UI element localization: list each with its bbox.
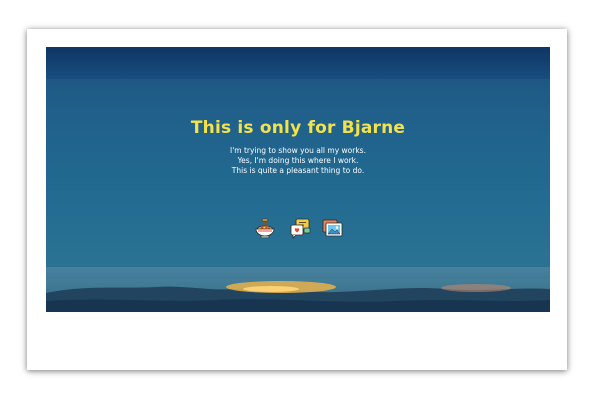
sunset-clouds: [46, 267, 550, 312]
description-line: Yes, I'm doing this where I work.: [237, 156, 359, 165]
chat-bubbles-icon[interactable]: [288, 216, 312, 240]
photo-gallery-icon[interactable]: [321, 216, 345, 240]
hero-banner: [46, 47, 550, 312]
hero-overlay: [46, 79, 550, 279]
pasta-bowl-icon[interactable]: [253, 216, 277, 240]
page: This is only for Bjarne I'm trying to sh…: [0, 0, 600, 400]
description-line: I'm trying to show you all my works.: [230, 146, 366, 155]
hero-title: This is only for Bjarne: [190, 118, 406, 138]
portfolio-links: [253, 216, 347, 242]
hero-description: I'm trying to show you all my works. Yes…: [46, 146, 550, 176]
hero-top-band: [46, 47, 550, 79]
description-line: This is quite a pleasant thing to do.: [231, 166, 365, 175]
hero-content: This is only for Bjarne I'm trying to sh…: [46, 118, 550, 176]
